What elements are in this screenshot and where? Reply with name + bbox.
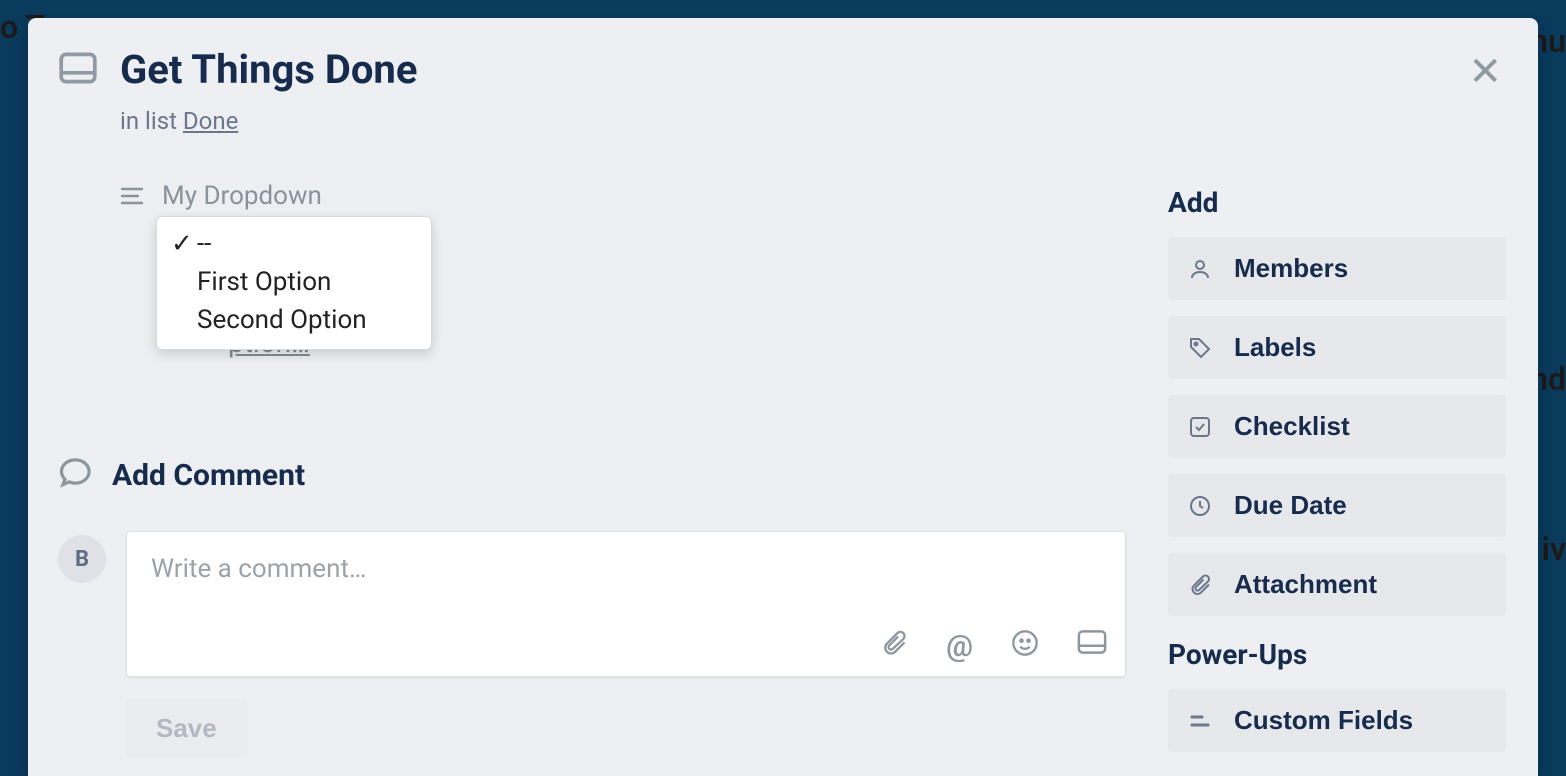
comment-toolbar: @ xyxy=(880,629,1107,664)
sidebar-btn-label: Due Date xyxy=(1234,490,1347,521)
sidebar-powerups-title: Power-Ups xyxy=(1168,638,1506,671)
attachment-icon xyxy=(1188,573,1212,597)
checklist-icon xyxy=(1188,415,1212,439)
user-icon xyxy=(1188,257,1212,281)
card-title[interactable]: Get Things Done xyxy=(120,46,417,93)
emoji-icon[interactable] xyxy=(1011,629,1039,664)
side-column: ✕ Add Members Labels Checklist Due Date … xyxy=(1168,18,1538,776)
sidebar-btn-label: Labels xyxy=(1234,332,1316,363)
dropdown-option-label: Second Option xyxy=(197,305,367,335)
sidebar-btn-custom-fields[interactable]: Custom Fields xyxy=(1168,689,1506,752)
bg-text: iv xyxy=(1542,530,1566,568)
list-link[interactable]: Done xyxy=(183,107,238,135)
comment-placeholder: Write a comment… xyxy=(151,554,366,584)
list-lines-icon xyxy=(120,186,144,206)
add-comment-section: Add Comment B Write a comment… @ xyxy=(58,457,1168,758)
custom-field-row[interactable]: My Dropdown xyxy=(120,181,1168,211)
sidebar-btn-members[interactable]: Members xyxy=(1168,237,1506,300)
sidebar-btn-checklist[interactable]: Checklist xyxy=(1168,395,1506,458)
attachment-icon[interactable] xyxy=(880,629,908,664)
card-modal: Get Things Done in list Done My Dropdown… xyxy=(28,18,1538,776)
dropdown-option-label: -- xyxy=(197,229,211,259)
card-icon xyxy=(58,52,98,84)
sidebar-add-title: Add xyxy=(1168,186,1506,219)
in-list-prefix: in list xyxy=(120,107,183,135)
sidebar-btn-labels[interactable]: Labels xyxy=(1168,316,1506,379)
comment-icon xyxy=(58,457,94,493)
dropdown-popover: ✓ -- First Option Second Option xyxy=(156,216,432,350)
sidebar-btn-label: Custom Fields xyxy=(1234,705,1413,736)
in-list-text: in list Done xyxy=(120,107,1168,135)
custom-field-label: My Dropdown xyxy=(162,181,322,211)
save-comment-button[interactable]: Save xyxy=(126,699,247,758)
dropdown-option-label: First Option xyxy=(197,267,331,297)
tag-icon xyxy=(1188,336,1212,360)
main-column: Get Things Done in list Done My Dropdown… xyxy=(28,18,1168,776)
dropdown-option-first[interactable]: First Option xyxy=(157,263,431,301)
dropdown-option-second[interactable]: Second Option xyxy=(157,301,431,339)
sidebar-btn-label: Members xyxy=(1234,253,1348,284)
checkmark-icon: ✓ xyxy=(171,229,197,259)
avatar[interactable]: B xyxy=(58,535,106,583)
comment-input[interactable]: Write a comment… @ xyxy=(126,531,1126,677)
sidebar-btn-attachment[interactable]: Attachment xyxy=(1168,553,1506,616)
sidebar-btn-label: Attachment xyxy=(1234,569,1377,600)
sidebar-btn-due-date[interactable]: Due Date xyxy=(1168,474,1506,537)
close-icon[interactable]: ✕ xyxy=(1468,52,1502,92)
card-header: Get Things Done xyxy=(58,46,1168,93)
mention-icon[interactable]: @ xyxy=(946,629,973,664)
sidebar-btn-label: Checklist xyxy=(1234,411,1350,442)
add-comment-title: Add Comment xyxy=(112,458,305,493)
dropdown-option-none[interactable]: ✓ -- xyxy=(157,225,431,263)
fields-icon xyxy=(1188,709,1212,733)
clock-icon xyxy=(1188,494,1212,518)
card-ref-icon[interactable] xyxy=(1077,629,1107,664)
